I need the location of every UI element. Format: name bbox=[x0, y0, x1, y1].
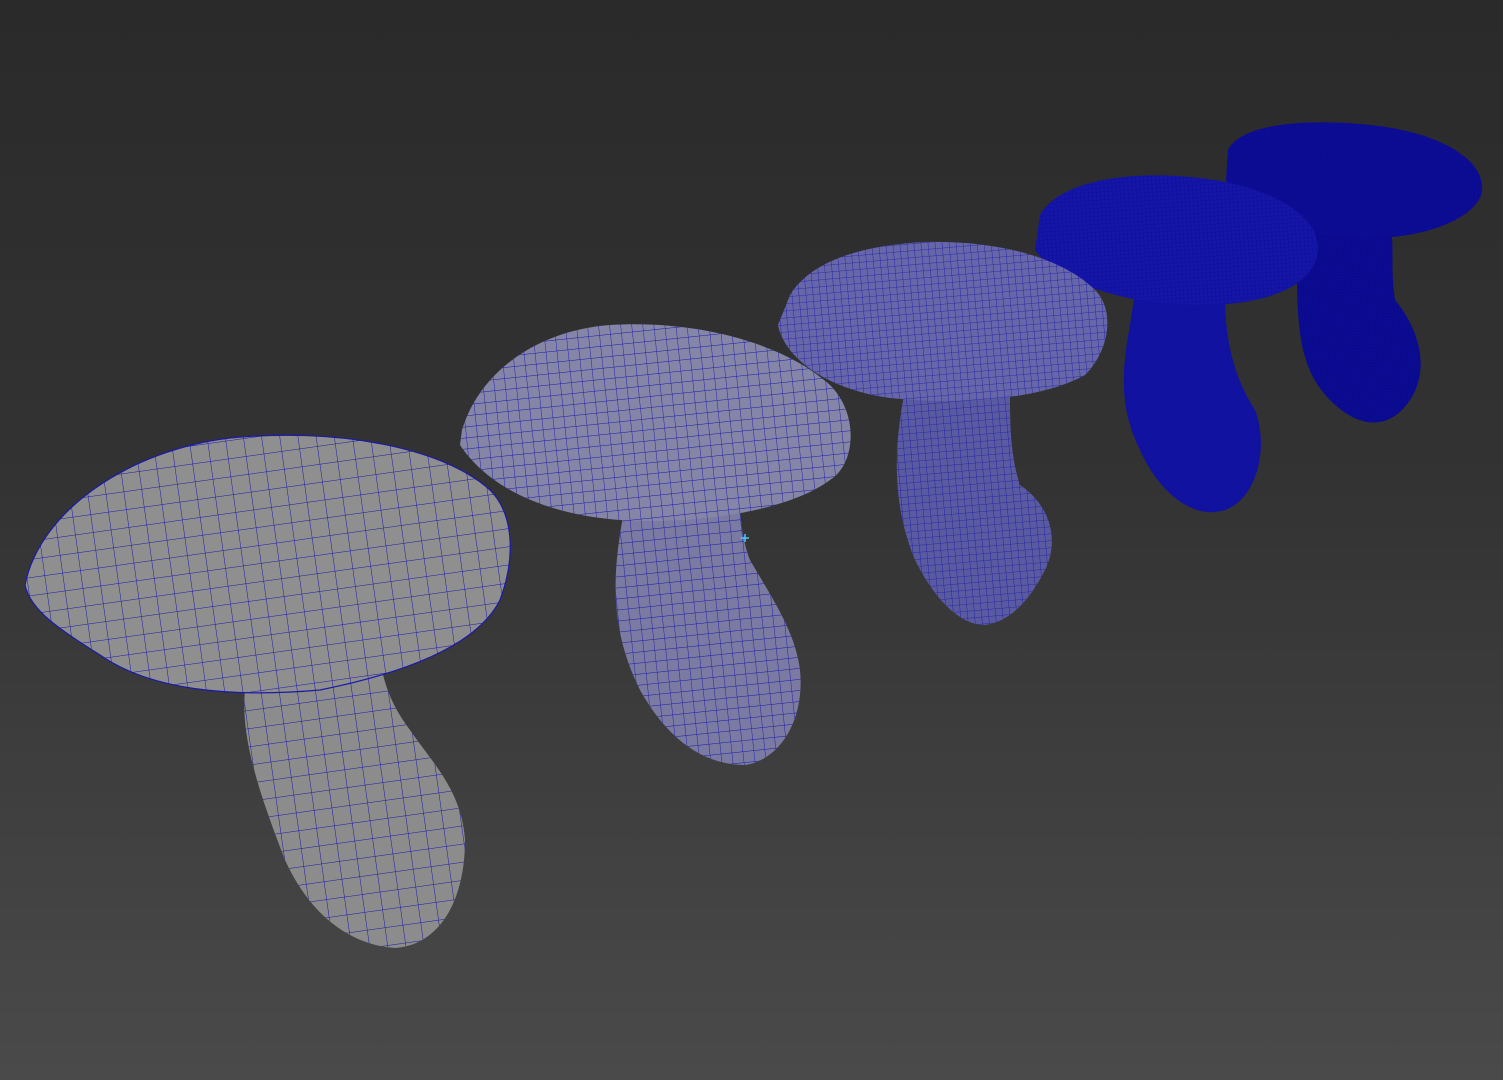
mushroom-lod-1[interactable] bbox=[460, 324, 851, 765]
3d-viewport[interactable] bbox=[0, 0, 1503, 1080]
mushroom-lod-0[interactable] bbox=[24, 434, 511, 948]
viewport-canvas[interactable] bbox=[0, 0, 1503, 1080]
